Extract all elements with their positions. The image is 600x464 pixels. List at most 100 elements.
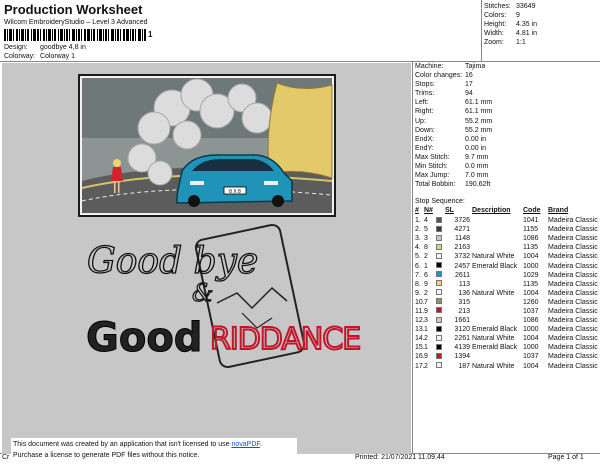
needle-number: 2 [424,253,428,261]
thread-brand: Madeira Classic 40 [548,289,600,297]
stitch-length: 1661 [454,317,470,325]
needle-number: 5 [424,226,428,234]
blue-car: 8 X 8 [176,154,293,207]
color-swatch [436,216,442,223]
row-number: 11. [415,307,425,315]
color-swatch [436,362,442,369]
row-number: 3. [415,235,421,243]
stat-stitches: Stitches: 33649 [484,3,536,10]
color-swatch [436,225,442,232]
stitch-length: 136 [458,289,470,297]
table-row: 11.9 213 1037 Madeira Classic 40 [415,307,600,316]
row-number: 14. [415,335,425,343]
row-number: 13. [415,326,425,334]
needle-number: 3 [424,235,428,243]
color-swatch [436,271,442,278]
stitch-length: 4271 [454,226,470,234]
thread-description: Natural White [472,289,515,297]
stat-width: Width: 4.81 in [484,30,538,37]
thread-code: 1037 [523,353,539,361]
stitch-length: 2163 [454,244,470,252]
thread-brand: Madeira Classic 40 [548,326,600,334]
thread-code: 1155 [523,226,539,234]
stitch-length: 187 [458,362,470,370]
embroidery-design: 8 X 8 Good bye & Good RIDDANCE [78,74,362,369]
thread-description: Emerald Black [472,262,518,270]
machine-row: Total Bobbin: 190.62ft [415,181,491,189]
stitch-length: 315 [458,298,470,306]
text-good: Good [86,315,202,361]
thread-code: 1000 [523,326,539,334]
table-body: 1.437261041Madeira Classic 402.542711155… [415,216,600,371]
table-row: 15. 1 4139 Emerald Black 1000 Madeira Classic… [415,343,600,352]
table-row: 8.9 113 1135 Madeira Classic 40 [415,280,600,289]
design-label: Design: [4,44,28,51]
needle-number: 9 [424,280,428,288]
design-name: goodbye 4,8 in [39,44,86,51]
thread-description: Emerald Black [472,344,518,352]
thread-brand: Madeira Classic 40 [548,226,600,234]
thread-code: 1041 [523,217,539,225]
machine-row: Min Stitch: 0.0 mm [415,163,489,171]
thread-brand: Madeira Classic 40 [548,335,600,343]
needle-number: 2 [424,289,428,297]
table-row: 14. 2 2261 Natural White 1004 Madeira Classic… [415,334,600,343]
thread-brand: Madeira Classic 40 [548,307,600,315]
thread-description: Natural White [472,362,515,370]
stitch-length: 1394 [454,353,470,361]
thread-code: 1029 [523,271,539,279]
thread-brand: Madeira Classic 40 [548,353,600,361]
header-divider [0,61,600,62]
needle-number: 2 [424,362,428,370]
table-row: 13. 1 3120 Emerald Black 1000 Madeira Classic… [415,325,600,334]
thread-code: 1004 [523,289,539,297]
row-number: 6. [415,262,421,270]
worksheet-title: Production Worksheet [4,2,143,17]
panel-divider [412,61,413,453]
text-riddance: RIDDANCE [210,322,360,357]
color-swatch [436,298,442,305]
thread-brand: Madeira Classic 40 [548,271,600,279]
colorway-name: Colorway 1 [39,53,75,60]
text-good-bye: Good bye [87,241,258,282]
thread-brand: Madeira Classic 40 [548,280,600,288]
design-row: Design: goodbye 4,8 in [4,44,86,51]
design-stats: Stitches: 33649 Colors: 9 Height: 4.35 in W… [484,2,537,47]
stop-sequence-title: Stop Sequence: [415,198,465,205]
plate-text: 8 X 8 [229,189,241,195]
needle-number: 7 [424,298,428,306]
stitch-length: 213 [458,307,470,315]
printed-date: Printed: 21/07/2021 11.09.44 [355,454,445,461]
color-swatch [436,316,442,323]
machine-row: Max Jump: 7.0 mm [415,172,489,180]
table-row: 7.6 2611 1029 Madeira Classic 40 [415,271,600,280]
thread-code: 1135 [523,280,539,288]
barcode-digit: 1 [148,30,153,39]
row-number: 1. [415,217,421,225]
table-row: 16.9 1394 1037 Madeira Classic 40 [415,352,600,361]
thread-code: 1004 [523,362,539,370]
thread-code: 1260 [523,298,539,306]
row-number: 12. [415,317,425,325]
row-number: 2. [415,226,421,234]
color-swatch [436,307,442,314]
thread-description: Natural White [472,335,515,343]
thread-description: Emerald Black [472,326,518,334]
novapdf-link[interactable]: novaPDF [231,441,259,448]
needle-number: 6 [424,271,428,279]
software-name: Wilcom EmbroideryStudio – Level 3 Advanc… [4,19,148,26]
car-scene-patch: 8 X 8 [78,74,336,217]
needle-number: 4 [424,217,428,225]
table-row: 12.3 1661 1086 Madeira Classic 40 [415,316,600,325]
thread-brand: Madeira Classic 40 [548,217,600,225]
needle-number: 1 [424,326,428,334]
stat-zoom: Zoom: 1:1 [484,39,526,46]
stitch-length: 2457 [454,262,470,270]
table-row: 10.7 315 1260 Madeira Classic 40 [415,298,600,307]
table-row: 17. 2 187 Natural White 1004 Madeira Classic … [415,362,600,371]
color-swatch [436,252,442,259]
license-notice: This document was created by an applicat… [11,438,297,462]
needle-number: 1 [424,262,428,270]
thread-brand: Madeira Classic 40 [548,235,600,243]
color-swatch [436,280,442,287]
